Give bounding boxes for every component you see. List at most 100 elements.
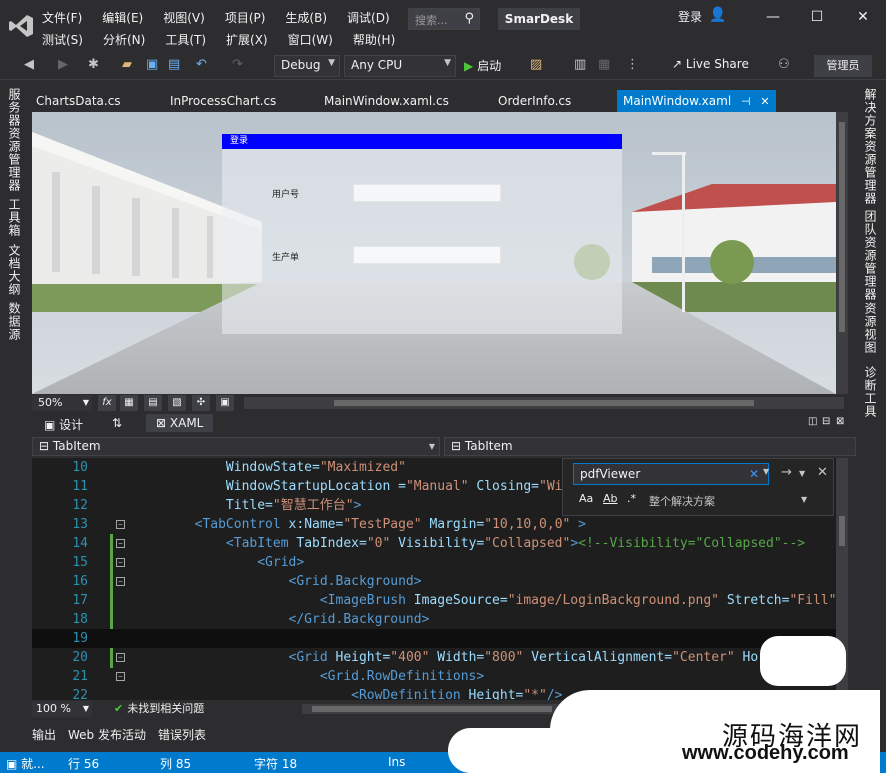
forward-arrow-icon[interactable]: ▶ — [58, 57, 68, 72]
configuration-dropdown[interactable]: Debug ▼ — [274, 55, 340, 77]
fold-toggle-icon[interactable]: − — [116, 653, 125, 662]
designer-vertical-scrollbar[interactable] — [836, 112, 848, 394]
chevron-down-icon[interactable]: ▼ — [801, 495, 807, 504]
scroll-thumb[interactable] — [839, 516, 845, 546]
scroll-thumb[interactable] — [334, 400, 754, 406]
menu-item-row2-1[interactable]: 分析(N) — [103, 31, 145, 48]
tab-mainwindow-xaml-cs[interactable]: MainWindow.xaml.cs — [324, 90, 449, 112]
save-icon[interactable]: ▣ — [146, 57, 158, 72]
code-line[interactable]: 21 − <Grid.RowDefinitions> — [32, 667, 836, 686]
document-outline-tab[interactable]: 文档大纲 — [6, 244, 23, 296]
formula-icon[interactable]: fx — [98, 395, 116, 411]
code-line[interactable]: 17 <ImageBrush ImageSource="image/LoginB… — [32, 591, 836, 610]
login-link[interactable]: 登录 — [678, 8, 702, 25]
search-scope-dropdown[interactable]: 整个解决方案 — [649, 493, 715, 509]
close-icon[interactable]: ✕ — [817, 465, 828, 480]
scroll-thumb[interactable] — [312, 706, 552, 712]
menu-item-row1-4[interactable]: 生成(B) — [285, 9, 327, 26]
menu-item-row2-4[interactable]: 窗口(W) — [288, 31, 333, 48]
designer-horizontal-scrollbar[interactable] — [244, 397, 844, 409]
tab-design[interactable]: ▣ 设计 — [44, 416, 83, 433]
menu-item-row2-0[interactable]: 测试(S) — [42, 31, 83, 48]
production-order-textbox[interactable] — [353, 246, 501, 264]
code-line[interactable]: 18 </Grid.Background> — [32, 610, 836, 629]
designer-zoom-dropdown[interactable]: 50% ▼ — [32, 395, 92, 411]
fold-toggle-icon[interactable]: − — [116, 520, 125, 529]
code-line[interactable]: 16 − <Grid.Background> — [32, 572, 836, 591]
menu-item-row1-3[interactable]: 项目(P) — [225, 9, 266, 26]
tab-error-list[interactable]: 错误列表 — [158, 726, 206, 743]
minimize-button[interactable]: — — [758, 6, 788, 28]
fold-toggle-icon[interactable]: − — [116, 577, 125, 586]
fold-toggle-icon[interactable]: − — [116, 539, 125, 548]
save-all-icon[interactable]: ▤ — [168, 57, 180, 72]
maximize-button[interactable]: ☐ — [802, 6, 832, 28]
toolbox-tab[interactable]: 工具箱 — [6, 198, 23, 237]
code-line[interactable]: 15 − <Grid> — [32, 553, 836, 572]
match-case-toggle[interactable]: Aa — [579, 492, 593, 505]
back-arrow-icon[interactable]: ◀ — [24, 57, 34, 72]
tab-mainwindow-xaml[interactable]: MainWindow.xaml ⊣ ✕ — [617, 90, 776, 112]
open-folder-icon[interactable]: ▰ — [122, 57, 132, 72]
menu-item-row1-0[interactable]: 文件(F) — [42, 9, 82, 26]
scroll-thumb[interactable] — [839, 122, 845, 332]
tab-output[interactable]: 输出 — [32, 726, 56, 743]
code-line[interactable]: 14 − <TabItem TabIndex="0" Visibility="Co… — [32, 534, 836, 553]
tab-inprocesschart-cs[interactable]: InProcessChart.cs — [170, 90, 276, 112]
breakpoint-icon[interactable]: ▥ — [574, 57, 586, 72]
code-line[interactable]: 20 − <Grid Height="400" Width="800" Verti… — [32, 648, 836, 667]
fold-toggle-icon[interactable]: − — [116, 672, 125, 681]
server-explorer-tab[interactable]: 服务器资源管理器 — [6, 88, 23, 192]
horizontal-split-icon[interactable]: ⊟ — [822, 416, 830, 427]
data-sources-tab[interactable]: 数据源 — [6, 302, 23, 341]
grid-icon[interactable]: ▦ — [120, 395, 138, 411]
snap-lines-icon[interactable]: ✣ — [192, 395, 210, 411]
tab-web-publish[interactable]: Web 发布活动 — [68, 726, 146, 743]
collapse-pane-icon[interactable]: ⊠ — [836, 416, 844, 427]
menu-item-row2-3[interactable]: 扩展(X) — [226, 31, 268, 48]
project-code-icon[interactable]: ▣ — [216, 395, 234, 411]
user-id-textbox[interactable] — [353, 184, 501, 202]
snap-grid-icon[interactable]: ▤ — [144, 395, 162, 411]
close-tab-icon[interactable]: ✕ — [760, 95, 769, 108]
swap-panes-icon[interactable]: ⇅ — [112, 416, 122, 430]
fold-toggle-icon[interactable]: − — [116, 558, 125, 567]
live-share-button[interactable]: ↗ Live Share — [672, 57, 749, 71]
team-explorer-tab[interactable]: 团队资源管理器 — [862, 210, 879, 301]
resource-view-tab[interactable]: 资源视图 — [862, 302, 879, 354]
issues-indicator[interactable]: ✔ 未找到相关问题 — [114, 701, 204, 717]
menu-item-row2-5[interactable]: 帮助(H) — [353, 31, 395, 48]
vertical-split-icon[interactable]: ◫ — [808, 416, 817, 427]
build-icon[interactable]: ▨ — [530, 57, 542, 72]
search-input[interactable]: 搜索... ⚲ — [408, 8, 480, 30]
code-line[interactable]: 19 — [32, 629, 836, 648]
editor-zoom-dropdown[interactable]: 100 % ▼ — [32, 701, 92, 717]
solution-explorer-tab[interactable]: 解决方案资源管理器 — [862, 88, 879, 205]
transparency-icon[interactable]: ▧ — [168, 395, 186, 411]
element-member-dropdown[interactable]: ⊟ TabItem — [444, 437, 856, 456]
code-line[interactable]: 13 − <TabControl x:Name="TestPage" Margin… — [32, 515, 836, 534]
user-icon[interactable]: 👤 — [709, 7, 726, 23]
close-window-button[interactable]: ✕ — [848, 6, 878, 28]
toggle-icon[interactable]: ▦ — [598, 57, 610, 72]
element-scope-dropdown[interactable]: ⊟ TabItem ▼ — [32, 437, 440, 456]
xaml-designer-canvas[interactable]: 登录 用户号 生产单 — [32, 112, 836, 394]
tab-orderinfo-cs[interactable]: OrderInfo.cs — [498, 90, 571, 112]
platform-dropdown[interactable]: Any CPU ▼ — [344, 55, 456, 77]
match-word-toggle[interactable]: Ab — [603, 492, 618, 505]
feedback-icon[interactable]: ⚇ — [778, 57, 790, 72]
tab-xaml[interactable]: ⊠ XAML — [146, 414, 214, 432]
menu-item-row1-2[interactable]: 视图(V) — [163, 9, 205, 26]
find-input[interactable]: pdfViewer — [573, 463, 769, 485]
diagnostic-tools-tab[interactable]: 诊断工具 — [862, 366, 879, 418]
find-next-icon[interactable]: → — [781, 465, 792, 480]
chevron-down-icon[interactable]: ▼ — [799, 469, 805, 478]
regex-toggle[interactable]: .* — [627, 492, 636, 505]
menu-item-row1-5[interactable]: 调试(D) — [347, 9, 390, 26]
start-debugging-button[interactable]: ▶ 启动 — [464, 57, 501, 74]
redo-icon[interactable]: ↷ — [232, 57, 243, 72]
pin-icon[interactable]: ⊣ — [741, 95, 751, 108]
undo-icon[interactable]: ↶ — [196, 57, 207, 72]
clear-search-icon[interactable]: ✕ — [749, 467, 759, 481]
menu-item-row2-2[interactable]: 工具(T) — [165, 31, 206, 48]
